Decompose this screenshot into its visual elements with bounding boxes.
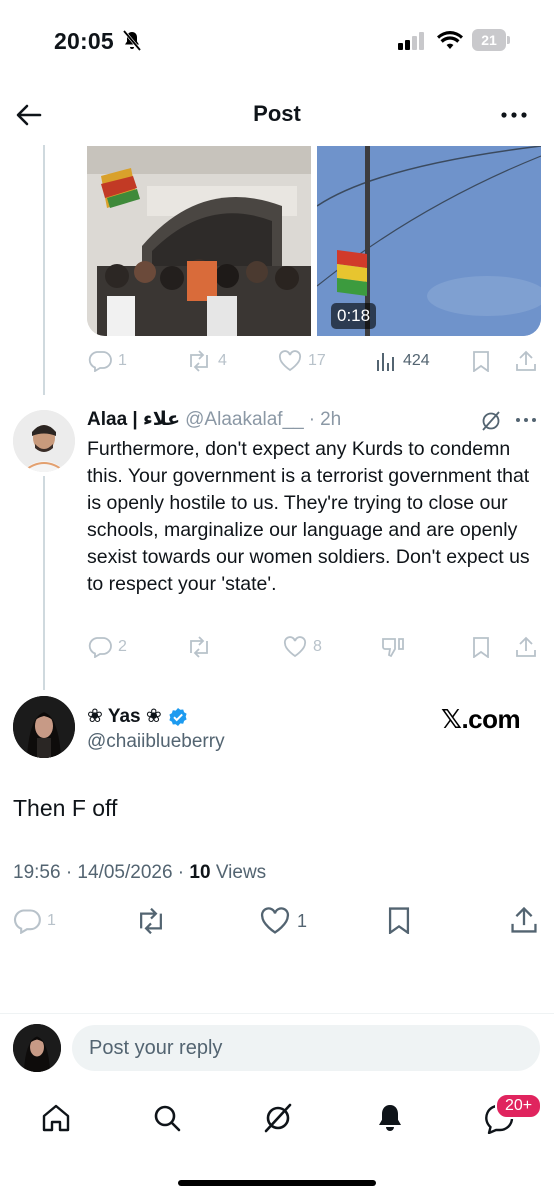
home-icon (42, 1104, 70, 1132)
thread-connector-line (43, 145, 45, 395)
status-time: 20:05 (54, 28, 114, 54)
reply-count: 2 (118, 638, 127, 655)
downvote-icon (382, 638, 404, 658)
nav-search[interactable] (147, 1098, 187, 1138)
cellular-signal-icon (398, 32, 426, 55)
reply-input[interactable] (72, 1025, 540, 1071)
bookmark-icon (473, 351, 489, 372)
reply-text: Furthermore, don't expect any Kurds to c… (87, 438, 530, 595)
share-action[interactable] (515, 636, 537, 658)
reply-author-name[interactable]: Alaa | علاء (87, 408, 180, 431)
bookmark-icon (473, 637, 489, 658)
bookmark-action[interactable] (471, 636, 491, 658)
like-action[interactable]: 8 (283, 636, 322, 658)
nav-grok[interactable] (258, 1098, 298, 1138)
downvote-action[interactable] (381, 636, 405, 658)
reply-icon (14, 909, 41, 934)
repost-action[interactable] (135, 907, 167, 935)
separator-dot: · (308, 409, 316, 430)
repost-icon (190, 636, 208, 658)
more-options-button[interactable] (497, 102, 531, 128)
reply-action[interactable]: 1 (13, 908, 56, 934)
avatar[interactable] (13, 696, 75, 758)
reply-icon (88, 637, 112, 658)
bell-icon (379, 1105, 401, 1131)
reply-timestamp: 2h (320, 409, 342, 430)
wifi-icon (437, 31, 463, 56)
more-dots-icon (516, 418, 536, 422)
reply-icon (88, 351, 112, 372)
like-count: 17 (308, 352, 326, 369)
battery-cap (507, 36, 510, 44)
bookmark-action[interactable] (386, 906, 412, 934)
profile-photo (13, 696, 75, 758)
x-brand-watermark: 𝕏.com (441, 704, 521, 734)
grok-icon (482, 411, 500, 431)
nav-notifications[interactable] (370, 1098, 410, 1138)
battery-indicator: 21 (472, 29, 506, 51)
repost-count: 4 (218, 352, 227, 369)
thread-connector-line (43, 476, 45, 690)
messages-badge: 20+ (495, 1093, 543, 1119)
post-text: Then F off (13, 795, 118, 821)
share-icon (516, 350, 536, 371)
reply-count: 1 (118, 352, 127, 369)
repost-icon (190, 350, 208, 372)
reply-action[interactable]: 1 (88, 350, 127, 372)
search-icon (154, 1105, 181, 1132)
media-image-crowd[interactable] (87, 146, 311, 336)
heart-icon (260, 907, 290, 934)
avatar[interactable] (13, 410, 75, 472)
heart-icon (283, 636, 307, 658)
post-author-name-row[interactable]: ❀ Yas ❀ (87, 705, 188, 728)
reply-author-handle[interactable]: @Alaakalaf__ (185, 409, 304, 431)
analytics-icon (377, 353, 394, 371)
video-duration-badge: 0:18 (331, 303, 377, 329)
post-views-label: Views (210, 862, 267, 883)
divider (0, 1013, 554, 1014)
like-action[interactable]: 1 (259, 907, 307, 935)
page-title: Post (253, 101, 301, 126)
post-author-name: ❀ Yas ❀ (87, 706, 162, 727)
current-user-avatar[interactable] (13, 1024, 61, 1072)
grok-icon (264, 1103, 292, 1133)
post-author-handle[interactable]: @chaiiblueberry (87, 731, 225, 753)
views-count: 424 (403, 352, 430, 369)
grok-button[interactable] (480, 410, 502, 437)
bookmark-icon (388, 907, 410, 934)
post-views-count: 10 (189, 862, 211, 883)
post-meta: 19:56 · 14/05/2026 · 10 Views (13, 862, 266, 884)
share-icon (516, 636, 536, 657)
views-action[interactable]: 424 (375, 350, 430, 372)
repost-action[interactable]: 4 (186, 350, 227, 372)
share-icon (511, 906, 537, 933)
reply-count: 1 (47, 912, 56, 929)
nav-home[interactable] (36, 1098, 76, 1138)
verified-badge-icon (169, 707, 187, 726)
repost-action[interactable] (186, 636, 212, 658)
reply-more-button[interactable] (515, 410, 537, 428)
share-action[interactable] (515, 350, 537, 372)
heart-icon (278, 350, 302, 372)
profile-photo (13, 1024, 61, 1072)
more-dots-icon (501, 112, 527, 118)
like-count: 1 (297, 910, 308, 931)
crowd-photo (87, 146, 311, 336)
like-action[interactable]: 17 (278, 350, 326, 372)
share-action[interactable] (510, 906, 538, 934)
bookmark-action[interactable] (471, 350, 491, 372)
reply-author-row: Alaa | علاء @Alaakalaf__ · 2h (87, 408, 341, 431)
like-count: 8 (313, 638, 322, 655)
reply-action[interactable]: 2 (88, 636, 127, 658)
post-timestamp: 19:56 · 14/05/2026 · (13, 862, 190, 883)
home-indicator (178, 1180, 376, 1186)
repost-icon (140, 907, 162, 935)
profile-photo (13, 410, 75, 472)
bell-muted-icon (122, 30, 142, 57)
